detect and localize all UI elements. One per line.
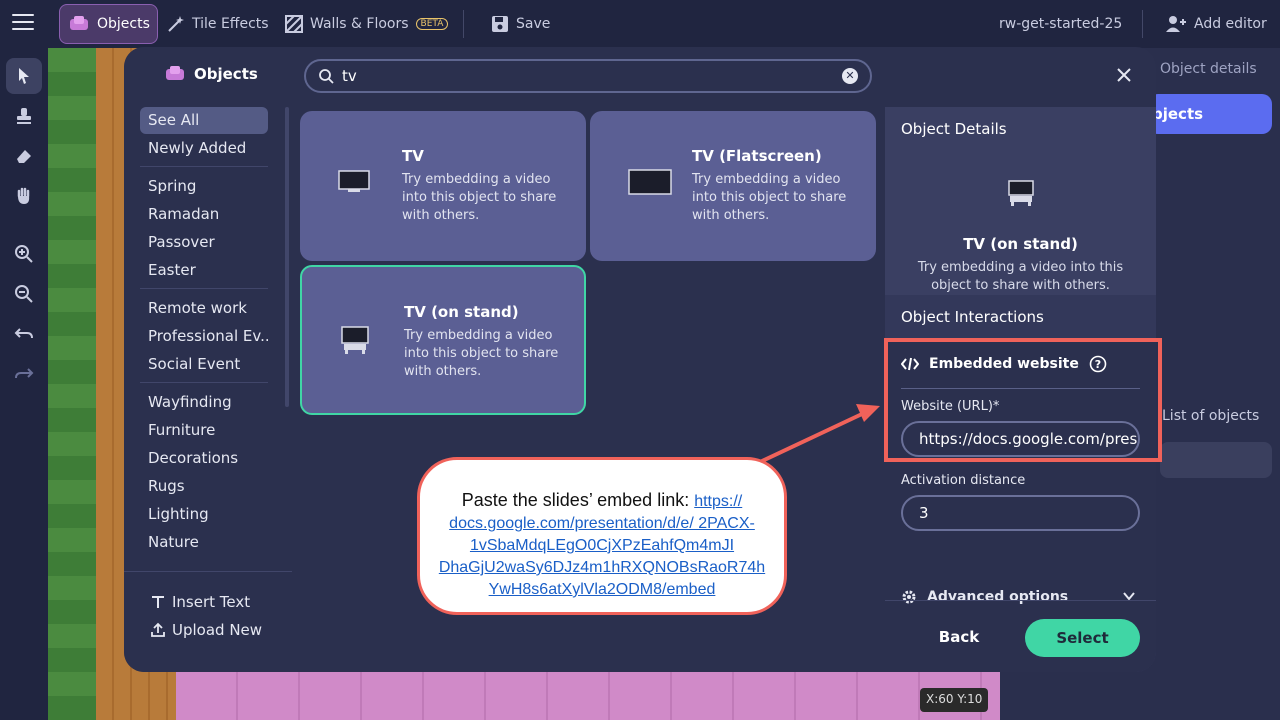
callout-text: Paste the slides’ embed link: https:// d…: [436, 490, 768, 600]
instruction-callout: Paste the slides’ embed link: https:// d…: [417, 457, 787, 615]
callout-prompt: Paste the slides’ embed link:: [461, 490, 695, 510]
